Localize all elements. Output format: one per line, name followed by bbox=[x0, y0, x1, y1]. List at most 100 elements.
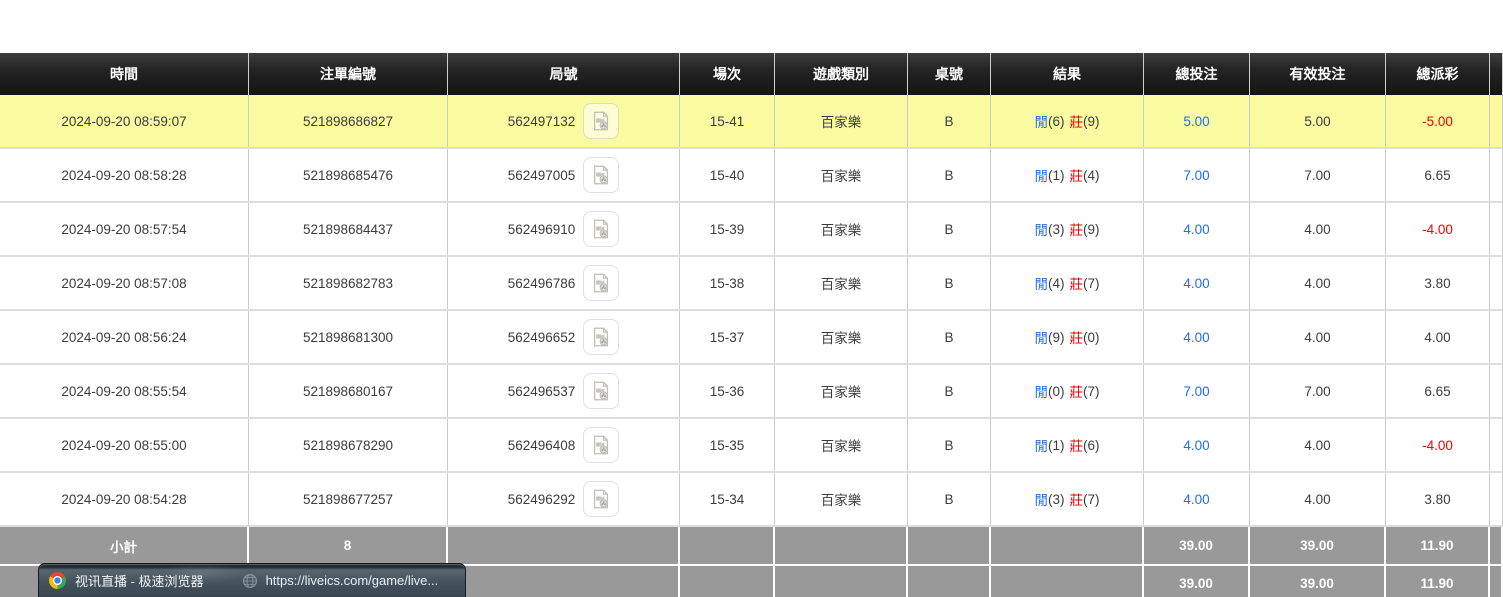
cell-table-no: B bbox=[908, 257, 991, 309]
table-row: 2024-09-20 08:58:28521898685476562497005… bbox=[0, 149, 1503, 203]
game-type-value: 百家樂 bbox=[821, 165, 862, 185]
cell-game-type: 百家樂 bbox=[775, 365, 908, 417]
cell-bet-id: 521898686827 bbox=[249, 95, 448, 147]
total-bet-value: 7.00 bbox=[1183, 168, 1209, 183]
cell-time: 2024-09-20 08:56:24 bbox=[0, 311, 249, 363]
column-header-result: 結果 bbox=[991, 53, 1144, 95]
table-row: 2024-09-20 08:59:07521898686827562497132… bbox=[0, 95, 1503, 149]
payout-value: -5.00 bbox=[1422, 114, 1453, 129]
video-file-icon bbox=[590, 164, 612, 186]
grand-total-cell-session bbox=[680, 566, 775, 597]
grand-total-cell-result bbox=[991, 566, 1144, 597]
video-replay-button[interactable] bbox=[583, 211, 619, 247]
result-banker-label: 莊 bbox=[1070, 381, 1084, 401]
bet-id-value: 521898677257 bbox=[303, 492, 393, 507]
cell-result: 閒(6)莊(9) bbox=[991, 95, 1144, 147]
result-banker-points: (7) bbox=[1083, 276, 1100, 291]
result-player-points: (4) bbox=[1048, 276, 1065, 291]
valid-bet-value: 7.00 bbox=[1304, 384, 1330, 399]
table-row: 2024-09-20 08:57:08521898682783562496786… bbox=[0, 257, 1503, 311]
subtotal-cell-payout: 11.90 bbox=[1386, 527, 1490, 564]
total-bet-value: 4.00 bbox=[1183, 438, 1209, 453]
game-type-value: 百家樂 bbox=[821, 219, 862, 239]
video-file-icon bbox=[590, 272, 612, 294]
cell-total-bet: 7.00 bbox=[1144, 149, 1250, 201]
cell-session: 15-38 bbox=[680, 257, 775, 309]
subtotal-cell-valid_bet: 39.00 bbox=[1250, 527, 1386, 564]
cell-result: 閒(1)莊(4) bbox=[991, 149, 1144, 201]
bet-id-value: 521898681300 bbox=[303, 330, 393, 345]
cell-extra bbox=[1490, 311, 1503, 363]
cell-round-id: 562496652 bbox=[448, 311, 680, 363]
time-value: 2024-09-20 08:57:54 bbox=[61, 222, 186, 237]
cell-total-bet: 4.00 bbox=[1144, 257, 1250, 309]
game-type-value: 百家樂 bbox=[821, 273, 862, 293]
cell-table-no: B bbox=[908, 149, 991, 201]
cell-time: 2024-09-20 08:55:54 bbox=[0, 365, 249, 417]
round-id-value: 562496292 bbox=[508, 492, 576, 507]
video-file-icon bbox=[590, 488, 612, 510]
cell-game-type: 百家樂 bbox=[775, 419, 908, 471]
video-replay-button[interactable] bbox=[583, 373, 619, 409]
table-row: 2024-09-20 08:57:54 521898684437 562496910… bbox=[0, 203, 1503, 257]
cell-extra bbox=[1490, 95, 1503, 147]
result-banker-points: (0) bbox=[1083, 330, 1100, 345]
video-replay-button[interactable] bbox=[583, 481, 619, 517]
result-banker-label: 莊 bbox=[1070, 111, 1084, 131]
cell-total-bet: 4.00 bbox=[1144, 473, 1250, 525]
cell-round-id: 562497132 bbox=[448, 95, 680, 147]
subtotal-cell-time: 小計 bbox=[0, 527, 249, 564]
result-player-label: 閒 bbox=[1035, 489, 1049, 509]
valid-bet-value: 7.00 bbox=[1304, 168, 1330, 183]
cell-table-no: B bbox=[908, 419, 991, 471]
time-value: 2024-09-20 08:57:08 bbox=[61, 276, 186, 291]
column-header-session: 場次 bbox=[680, 53, 775, 95]
cell-extra bbox=[1490, 149, 1503, 201]
cell-session: 15-34 bbox=[680, 473, 775, 525]
time-value: 2024-09-20 08:55:00 bbox=[61, 438, 186, 453]
cell-table-no: B bbox=[908, 311, 991, 363]
video-replay-button[interactable] bbox=[583, 319, 619, 355]
cell-time: 2024-09-20 08:54:28 bbox=[0, 473, 249, 525]
bet-id-value: 521898684437 bbox=[303, 222, 393, 237]
cell-bet-id: 521898684437 bbox=[249, 203, 448, 255]
payout-value: -4.00 bbox=[1422, 438, 1453, 453]
round-id-value: 562496910 bbox=[508, 222, 576, 237]
payout-value: 4.00 bbox=[1424, 330, 1450, 345]
valid-bet-value: 4.00 bbox=[1304, 330, 1330, 345]
subtotal-cell-round_id bbox=[448, 527, 680, 564]
table-no-value: B bbox=[944, 330, 953, 345]
round-id-value: 562496408 bbox=[508, 438, 576, 453]
column-header-time: 時間 bbox=[0, 53, 249, 95]
video-replay-button[interactable] bbox=[583, 157, 619, 193]
table-row: 2024-09-20 08:55:54521898680167562496537… bbox=[0, 365, 1503, 419]
result-player-points: (9) bbox=[1048, 330, 1065, 345]
result-player-points: (1) bbox=[1048, 438, 1065, 453]
cell-session: 15-37 bbox=[680, 311, 775, 363]
round-id-value: 562496652 bbox=[508, 330, 576, 345]
subtotal-cell-total_bet: 39.00 bbox=[1144, 527, 1250, 564]
result-banker-points: (6) bbox=[1083, 438, 1100, 453]
result-banker-points: (7) bbox=[1083, 492, 1100, 507]
video-replay-button[interactable] bbox=[583, 265, 619, 301]
cell-payout: -5.00 bbox=[1386, 95, 1490, 147]
valid-bet-value: 5.00 bbox=[1304, 114, 1330, 129]
time-value: 2024-09-20 08:56:24 bbox=[61, 330, 186, 345]
cell-payout: -4.00 bbox=[1386, 203, 1490, 255]
video-file-icon bbox=[590, 380, 612, 402]
cell-round-id: 562496910 bbox=[448, 203, 680, 255]
cell-extra bbox=[1490, 203, 1503, 255]
cell-table-no: B bbox=[908, 365, 991, 417]
taskbar-window-preview[interactable]: 视讯直播 - 极速浏览器 https://liveics.com/game/li… bbox=[38, 563, 466, 597]
cell-game-type: 百家樂 bbox=[775, 95, 908, 147]
game-type-value: 百家樂 bbox=[821, 435, 862, 455]
result-player-label: 閒 bbox=[1035, 273, 1049, 293]
valid-bet-value: 4.00 bbox=[1304, 438, 1330, 453]
round-id-value: 562497132 bbox=[508, 114, 576, 129]
cell-time: 2024-09-20 08:58:28 bbox=[0, 149, 249, 201]
session-value: 15-38 bbox=[710, 276, 745, 291]
cell-result: 閒(0)莊(7) bbox=[991, 365, 1144, 417]
video-replay-button[interactable] bbox=[583, 103, 619, 139]
video-replay-button[interactable] bbox=[583, 427, 619, 463]
session-value: 15-34 bbox=[710, 492, 745, 507]
